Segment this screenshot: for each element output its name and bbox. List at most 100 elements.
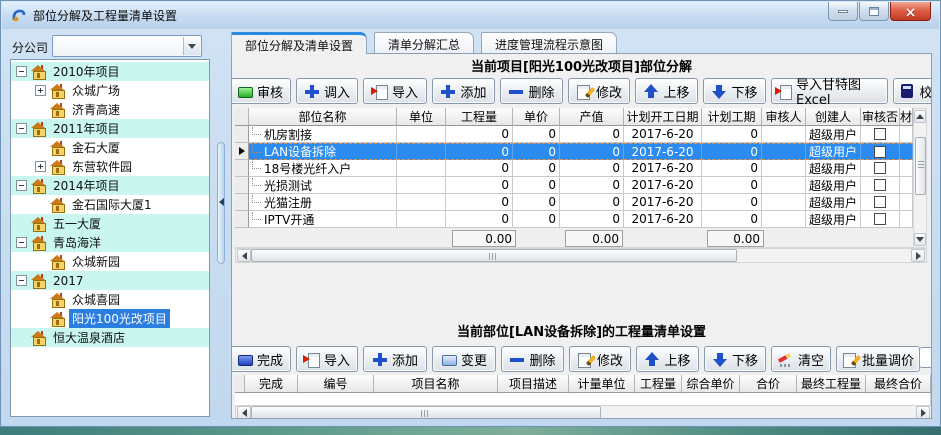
tree-item-2017[interactable]: 2017 (11, 271, 209, 290)
batch-price-button[interactable]: 批量调价 (836, 346, 920, 372)
modify-button[interactable]: 修改 (569, 346, 631, 372)
table-row[interactable]: 光损测试 0 0 0 2017-6-20 0 超级用户 (235, 177, 913, 194)
tree-item-zhongcheng-xiyuan[interactable]: 众城喜园 (11, 290, 209, 309)
tree-item-jinshi-tower[interactable]: 金石大厦 (11, 138, 209, 157)
vscroll-thumb[interactable] (915, 137, 926, 195)
col-unit[interactable]: 单位 (397, 108, 446, 126)
audited-checkbox[interactable] (874, 179, 886, 191)
col-comp-price[interactable]: 综合单价 (682, 375, 740, 393)
modify-button[interactable]: 修改 (568, 78, 630, 104)
tree-item-jinshi-intl[interactable]: 金石国际大厦1 (11, 195, 209, 214)
delete-button[interactable]: 删除 (501, 346, 564, 372)
audited-checkbox[interactable] (874, 146, 886, 158)
table-row[interactable]: 光猫注册 0 0 0 2017-6-20 0 超级用户 (235, 194, 913, 211)
import-button[interactable]: 导入 (296, 346, 358, 372)
table-row[interactable]: IPTV开通 0 0 0 2017-6-20 0 超级用户 (235, 211, 913, 228)
collapse-icon[interactable] (16, 237, 27, 248)
tree-item-2014[interactable]: 2014年项目 (11, 176, 209, 195)
tree-item-jiqing-highway[interactable]: 济青高速 (11, 100, 209, 119)
house-icon (50, 198, 65, 211)
col-final-total[interactable]: 最终合价 (866, 375, 931, 393)
tree-item-zhongcheng-xinyuan[interactable]: 众城新园 (11, 252, 209, 271)
clear-button[interactable]: 清空 (771, 346, 831, 372)
table-row[interactable]: 机房割接 0 0 0 2017-6-20 0 超级用户 (235, 126, 913, 143)
move-down-button[interactable]: 下移 (704, 346, 766, 372)
close-button[interactable] (890, 2, 931, 21)
tree-item-2010[interactable]: 2010年项目 (11, 62, 209, 81)
scroll-right-button[interactable] (916, 406, 930, 419)
tree-item-hengda-hotel[interactable]: 恒大温泉酒店 (11, 328, 209, 347)
delete-button[interactable]: 删除 (500, 78, 563, 104)
import-gantt-excel-button[interactable]: 导入甘特图Excel (771, 78, 888, 104)
col-part-name[interactable]: 部位名称 (249, 108, 397, 126)
audited-checkbox[interactable] (874, 162, 886, 174)
collapse-icon[interactable] (16, 66, 27, 77)
scroll-up-button[interactable] (914, 110, 926, 123)
audit-button[interactable]: 审核 (231, 78, 291, 104)
title-bar[interactable]: 部位分解及工程量清单设置 (2, 2, 939, 29)
collapse-icon[interactable] (16, 275, 27, 286)
col-output-value[interactable]: 产值 (560, 108, 624, 126)
col-auditor[interactable]: 审核人 (762, 108, 806, 126)
maximize-button[interactable] (859, 2, 889, 21)
move-up-button[interactable]: 上移 (635, 78, 698, 104)
scroll-down-button[interactable] (914, 233, 926, 246)
panel-splitter[interactable] (212, 34, 230, 417)
col-plan-duration[interactable]: 计划工期 (702, 108, 762, 126)
branch-combo[interactable] (52, 35, 202, 57)
table-row-selected[interactable]: LAN设备拆除 0 0 0 2017-6-20 0 超级用户 (235, 143, 913, 160)
tree-item-zhongcheng-plaza[interactable]: 众城广场 (11, 81, 209, 100)
app-icon (10, 7, 27, 24)
hscroll-thumb[interactable] (251, 406, 601, 419)
minimize-button[interactable] (828, 2, 858, 21)
expand-icon[interactable] (35, 161, 46, 172)
col-quantity[interactable]: 工程量 (446, 108, 513, 126)
hscroll-thumb[interactable] (251, 249, 737, 262)
check-button[interactable]: 校 (893, 78, 932, 104)
tree-item-dongying-park[interactable]: 东营软件园 (11, 157, 209, 176)
col-plan-start[interactable]: 计划开工日期 (624, 108, 702, 126)
tab-part-decompose[interactable]: 部位分解及清单设置 (231, 32, 367, 54)
col-measure-unit[interactable]: 计量单位 (569, 375, 635, 393)
scroll-left-button[interactable] (237, 249, 251, 262)
col-item-desc[interactable]: 项目描述 (498, 375, 569, 393)
scroll-left-button[interactable] (237, 406, 251, 419)
collapse-icon[interactable] (16, 123, 27, 134)
collapse-icon[interactable] (16, 180, 27, 191)
scroll-right-button[interactable] (911, 249, 925, 262)
tree-item-qingdao-ocean[interactable]: 青岛海洋 (11, 233, 209, 252)
tree-item-sunshine100-selected[interactable]: 阳光100光改项目 (11, 309, 209, 328)
change-button[interactable]: 变更 (432, 346, 496, 372)
col-audited[interactable]: 审核否 (861, 108, 900, 126)
load-in-button[interactable]: 调入 (296, 78, 358, 104)
col-complete[interactable]: 完成 (245, 375, 298, 393)
col-creator[interactable]: 创建人 (806, 108, 861, 126)
import-button[interactable]: 导入 (363, 78, 427, 104)
add-button[interactable]: 添加 (432, 78, 495, 104)
col-material-clipped[interactable]: 材 (900, 108, 913, 126)
audited-checkbox[interactable] (874, 213, 886, 225)
move-down-button[interactable]: 下移 (703, 78, 766, 104)
audited-checkbox[interactable] (874, 128, 886, 140)
audited-checkbox[interactable] (874, 196, 886, 208)
plus-icon (372, 352, 388, 367)
move-up-button[interactable]: 上移 (636, 346, 699, 372)
col-final-quantity[interactable]: 最终工程量 (797, 375, 866, 393)
clipped-button[interactable] (919, 347, 932, 368)
expand-icon[interactable] (35, 85, 46, 96)
tab-progress-flow[interactable]: 进度管理流程示意图 (481, 32, 617, 53)
add-button[interactable]: 添加 (363, 346, 427, 372)
col-total-price[interactable]: 合价 (740, 375, 797, 393)
combo-dropdown-button[interactable] (183, 37, 200, 55)
col-unit-price[interactable]: 单价 (513, 108, 560, 126)
table-row[interactable]: 18号楼光纤入户 0 0 0 2017-6-20 0 超级用户 (235, 160, 913, 177)
tree-item-wuyi-tower[interactable]: 五一大厦 (11, 214, 209, 233)
tree-item-2011[interactable]: 2011年项目 (11, 119, 209, 138)
down-arrow-icon (712, 352, 728, 367)
tab-list-summary[interactable]: 清单分解汇总 (374, 32, 474, 53)
col-number[interactable]: 编号 (298, 375, 374, 393)
col-item-name[interactable]: 项目名称 (374, 375, 498, 393)
complete-button[interactable]: 完成 (231, 346, 291, 372)
splitter-handle[interactable] (217, 142, 225, 264)
col-quantity[interactable]: 工程量 (635, 375, 682, 393)
